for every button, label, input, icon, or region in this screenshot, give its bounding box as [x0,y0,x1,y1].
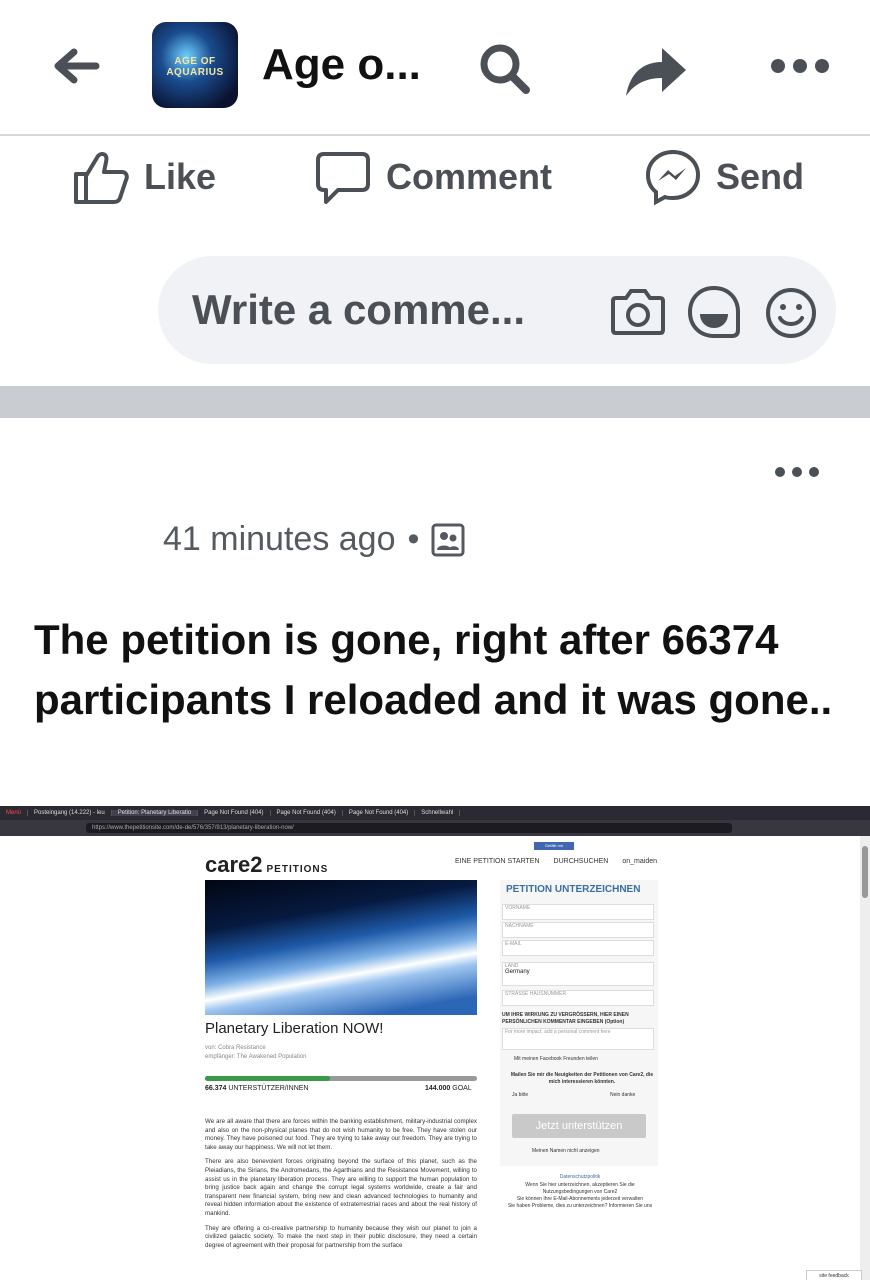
nav-user: on_maiden [622,858,658,865]
goal-count-label: GOAL [452,1085,472,1092]
sign-form-heading: PETITION UNTERZEICHNEN [506,884,641,895]
personal-comment-field: For more impact, add a personal comment … [502,1028,654,1050]
comment-bubble-icon [316,152,370,204]
emoji-icon[interactable] [764,286,818,340]
street-field: STRASSE HAUSNUMMER [502,990,654,1006]
privacy-link: Datenschutzpolitik [559,1174,601,1180]
country-value: Germany [505,969,530,975]
browser-url-bar: https://www.thepetitionsite.com/de-de/57… [0,820,870,836]
newsletter-no: Nein danke [610,1092,636,1098]
petition-paragraph: They are offering a co-creative partners… [205,1224,477,1249]
fb-share-checkbox: Mit meinen Facebook Freunden teilen [514,1056,598,1062]
lastname-field: NACHNAME [502,922,654,938]
search-icon[interactable] [476,40,532,96]
send-button[interactable]: Send [644,146,804,208]
browser-menu-tab: Menü [0,810,29,816]
care2-logo-text: care2 [205,852,263,877]
progress-fill [205,1076,331,1081]
post-options-icon[interactable] [774,464,820,480]
nav-browse: DURCHSUCHEN [553,858,609,865]
supporter-count: 66.374 UNTERSTÜTZER/INNEN [205,1085,309,1092]
earth-from-space-image [205,880,477,1015]
hide-name-checkbox: Meinen Namen nicht anzeigen [532,1148,600,1154]
site-feedback-button: site feedback [806,1270,862,1280]
comment-button[interactable]: Comment [314,146,552,208]
care2-logo-sub: PETITIONS [266,864,329,875]
petition-recipient: empfänger: The Awakened Population [205,1054,307,1060]
supporter-count-value: 66.374 [205,1085,227,1092]
petition-site: Gefällt mir care2 PETITIONS EINE PETITION… [0,836,860,1280]
page-avatar-text: AGE OF AQUARIUS [166,56,224,78]
browser-tab-bar: Menü Posteingang (14.222) - leu Petition… [0,806,870,820]
share-arrow-icon[interactable] [622,42,688,98]
page-avatar[interactable]: AGE OF AQUARIUS [152,22,238,108]
page-title[interactable]: Age o... [262,40,421,90]
send-label: Send [716,156,805,197]
support-button: Jetzt unterstützen [512,1114,646,1138]
fb-like-button: Gefällt mir [534,842,574,850]
browser-tab: Posteingang (14.222) - leu [28,810,112,816]
camera-icon[interactable] [610,286,666,336]
browser-tab: Page Not Found (404) [198,810,271,816]
email-field: E-MAIL [502,940,654,956]
more-options-icon[interactable] [770,56,830,76]
back-arrow-icon[interactable] [52,46,100,86]
petition-paragraph: There are also benevolent forces origina… [205,1158,477,1217]
post-timestamp[interactable]: 41 minutes ago • [163,520,465,559]
comment-prompt: UM IHRE WIRKUNG ZU VERGRÖSSERN, HIER EIN… [502,1012,629,1025]
comment-label: Comment [386,156,553,197]
post-text: The petition is gone, right after 66374 … [34,616,833,723]
country-select: LAND Germany [502,962,654,986]
browser-url: https://www.thepetitionsite.com/de-de/57… [86,823,732,833]
petition-from: von: Cobra Resistance [205,1045,266,1051]
newsletter-yes: Ja bitte [512,1092,529,1098]
browser-tab: Schnellwahl [415,810,461,816]
site-scroll-thumb [862,846,868,898]
nav-start-petition: EINE PETITION STARTEN [455,858,540,865]
section-separator [0,386,870,418]
petition-title: Planetary Liberation NOW! [205,1020,384,1037]
care2-logo: care2 PETITIONS [205,852,328,878]
terms-text: Wenn Sie hier unterzeichnen, akzeptieren… [525,1182,635,1195]
like-button[interactable]: Like [72,146,216,208]
sticker-icon[interactable] [686,284,742,340]
goal-count: 144.000 GOAL [425,1085,472,1092]
problems-text: Sie haben Probleme, dies zu unterzeichne… [507,1203,653,1209]
comment-placeholder: Write a comme... [192,286,526,333]
thumbs-up-icon [74,152,129,204]
timestamp-separator: • [407,520,420,558]
site-scrollbar [860,836,870,1280]
unsubscribe-text: Sie können Ihre E-Mail-Abonnements jeder… [516,1196,644,1202]
goal-count-value: 144.000 [425,1085,451,1092]
newsletter-question: Mailen Sie mir die Neuigkeiten der Petit… [510,1072,654,1085]
browser-tab-active: Petition: Planetary Liberatio [111,810,199,816]
petition-body: We are all aware that there are forces w… [205,1118,477,1256]
messenger-icon [645,149,701,206]
post-image[interactable]: Menü Posteingang (14.222) - leu Petition… [0,806,870,1280]
browser-tab: Page Not Found (404) [271,810,343,816]
friends-audience-icon [431,523,465,556]
top-app-bar [0,0,870,136]
petition-meta: von: Cobra Resistance empfänger: The Awa… [205,1044,307,1062]
like-label: Like [144,156,217,197]
timestamp-text: 41 minutes ago [163,520,396,558]
petition-paragraph: We are all aware that there are forces w… [205,1118,477,1151]
supporter-count-label: UNTERSTÜTZER/INNEN [228,1085,309,1092]
browser-tab: Page Not Found (404) [343,810,416,816]
firstname-field: VORNAME [502,904,654,920]
site-nav: EINE PETITION STARTEN DURCHSUCHEN on_mai… [455,858,657,865]
